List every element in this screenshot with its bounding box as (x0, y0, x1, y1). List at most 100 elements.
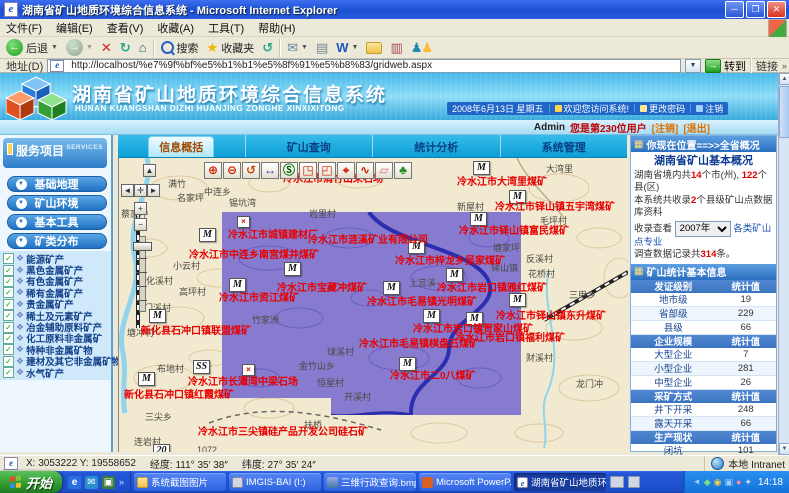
go-button[interactable]: → 转到 (705, 58, 746, 74)
mine-marker[interactable]: 20 (153, 444, 170, 452)
back-dropdown-icon[interactable]: ▼ (51, 44, 58, 51)
history-button[interactable]: ↺ (260, 40, 275, 56)
taskbar-tool-icon[interactable] (628, 476, 640, 488)
table-row[interactable]: 小型企业281 (631, 362, 776, 376)
layer-checkbox[interactable]: ✓ (3, 367, 14, 378)
minimize-button[interactable]: ─ (725, 1, 744, 18)
table-row[interactable]: 大型企业7 (631, 348, 776, 362)
mine-label[interactable]: 冷水江市宝藏冲煤矿 (277, 279, 367, 294)
update-icon[interactable]: ✦ (744, 476, 752, 488)
year-select[interactable]: 2007年 (675, 221, 731, 237)
measure-distance-icon[interactable]: ↔ (261, 162, 279, 179)
forward-dropdown-icon[interactable]: ▼ (86, 44, 93, 51)
menu-item[interactable]: 工具(T) (208, 20, 244, 36)
full-extent-icon[interactable]: Ⓢ (280, 162, 298, 179)
clear-selection-icon[interactable]: ◰ (318, 162, 336, 179)
exit-link[interactable]: [退出] (683, 120, 710, 135)
table-row[interactable]: 地市级19 (631, 293, 776, 307)
scroll-down-icon[interactable]: ▼ (779, 443, 789, 455)
network-icon[interactable]: ▣ (724, 476, 733, 488)
pan-left-button[interactable]: ◄ (121, 184, 134, 197)
layer-checkbox[interactable]: ✓ (3, 356, 14, 367)
zoom-minus-button[interactable]: − (134, 218, 147, 231)
stop-button[interactable]: ✕ (99, 40, 114, 56)
layer-checkbox[interactable]: ✓ (3, 322, 14, 333)
page-scrollbar[interactable]: ▲ ▼ (778, 73, 789, 455)
mine-label[interactable]: 新化县石冲口镇红霞煤矿 (124, 386, 234, 401)
links-label[interactable]: 链接 (756, 58, 778, 74)
print-button[interactable]: ▤ (314, 40, 330, 56)
messenger-button[interactable]: ♟♟ (409, 40, 435, 56)
layer-checkbox[interactable]: ✓ (3, 333, 14, 344)
close-button[interactable]: ✕ (767, 1, 786, 18)
zoom-in-icon[interactable]: ⊕ (204, 162, 222, 179)
table-row[interactable]: 县级66 (631, 321, 776, 335)
mine-label[interactable]: 新化县石冲口镇联盟煤矿 (141, 322, 251, 337)
table-row[interactable]: 省部级229 (631, 307, 776, 321)
layer-checkbox[interactable]: ✓ (3, 265, 14, 276)
select-rect-icon[interactable]: ◳ (299, 162, 317, 179)
folders-button[interactable] (364, 42, 384, 54)
layer-checkbox[interactable]: ✓ (3, 344, 14, 355)
refresh-button[interactable]: ↻ (118, 40, 133, 56)
tab-item-4[interactable]: 系统管理 (501, 135, 628, 157)
table-row[interactable]: 中型企业26 (631, 376, 776, 390)
taskbar-task[interactable]: Microsoft PowerP... (419, 473, 511, 491)
ie-icon[interactable]: e (68, 476, 81, 489)
taskbar-task[interactable]: e湖南省矿山地质环... (514, 473, 606, 491)
identify-icon[interactable]: ⌖ (337, 162, 355, 179)
legend-icon[interactable]: ♣ (394, 162, 412, 179)
ime-icon[interactable]: ● (736, 476, 741, 488)
mine-marker[interactable]: M (149, 309, 166, 323)
menu-item[interactable]: 编辑(E) (56, 20, 93, 36)
volume-icon[interactable]: ◉ (714, 476, 722, 488)
sidebar-button-1[interactable]: ▼基础地理 (7, 176, 107, 192)
favorites-button[interactable]: ★ 收藏夹 (205, 40, 257, 56)
table-row[interactable]: 露天开采66 (631, 417, 776, 431)
zoom-plus-button[interactable]: + (134, 202, 147, 215)
signout-link[interactable]: [注销] (652, 120, 679, 135)
menu-item[interactable]: 查看(V) (107, 20, 144, 36)
mail-button[interactable]: ✉▼ (285, 40, 310, 56)
discuss-button[interactable]: ▥ (388, 40, 404, 56)
zoom-out-icon[interactable]: ⊖ (223, 162, 241, 179)
mail-dropdown-icon[interactable]: ▼ (301, 44, 308, 51)
taskbar-task[interactable]: IMGIS-BAI (I:) (229, 473, 321, 491)
tray-chevron-icon[interactable]: ◄ (693, 476, 701, 488)
pan-up-button[interactable]: ▲ (143, 164, 156, 177)
language-bar-icon[interactable] (610, 476, 624, 488)
menu-item[interactable]: 帮助(H) (258, 20, 295, 36)
table-row[interactable]: 井下开采248 (631, 403, 776, 417)
mine-label[interactable]: 冷水江市铎山镇富民煤矿 (459, 222, 569, 237)
quick-launch-chevron-icon[interactable]: » (119, 477, 124, 487)
restore-button[interactable]: ❐ (746, 1, 765, 18)
mine-label[interactable]: 冷水江市岩口镇雅红煤矿 (437, 279, 547, 294)
taskbar-task[interactable]: 系统截图图片 (134, 473, 226, 491)
mine-label[interactable]: 冷水江市城镇建材厂 (228, 226, 318, 241)
logout-link[interactable]: 注销 (696, 102, 723, 115)
scroll-up-icon[interactable]: ▲ (779, 73, 789, 85)
antivirus-icon[interactable]: ◆ (704, 476, 711, 488)
layer-checkbox[interactable]: ✓ (3, 276, 14, 287)
mine-label[interactable]: 冷水江市毛易镇光明煤矿 (367, 293, 477, 308)
change-password-link[interactable]: 更改密码 (640, 102, 685, 115)
menu-item[interactable]: 收藏(A) (157, 20, 194, 36)
menu-item[interactable]: 文件(F) (6, 20, 42, 36)
back-button[interactable]: ← 后退 ▼ (4, 39, 60, 56)
mine-label[interactable]: 冷水江市二0八煤矿 (390, 367, 476, 382)
mine-marker[interactable]: M (509, 293, 526, 307)
tab-item-3[interactable]: 统计分析 (373, 135, 501, 157)
address-dropdown-icon[interactable]: ▼ (685, 59, 701, 73)
sidebar-button-4[interactable]: ▼矿类分布 (7, 233, 107, 249)
mine-label[interactable]: 冷水江市涟溪矿业有限公司 (308, 231, 428, 246)
mine-label[interactable]: 冷水江市毛易镇棋盘石煤矿 (359, 335, 479, 350)
show-desktop-icon[interactable]: ▣ (102, 476, 115, 489)
eraser-icon[interactable]: ▱ (375, 162, 393, 179)
sidebar-button-3[interactable]: ▼基本工具 (7, 214, 107, 230)
mine-label[interactable]: 冷水江市大湾里煤矿 (457, 173, 547, 188)
mine-label[interactable]: 冷水江市中连乡南宫煤井煤矿 (189, 246, 319, 261)
layer-checkbox[interactable]: ✓ (3, 287, 14, 298)
layer-checkbox[interactable]: ✓ (3, 253, 14, 264)
mine-label[interactable]: 冷水江市铎山镇五宇湾煤矿 (495, 198, 615, 213)
layer-checkbox[interactable]: ✓ (3, 310, 14, 321)
